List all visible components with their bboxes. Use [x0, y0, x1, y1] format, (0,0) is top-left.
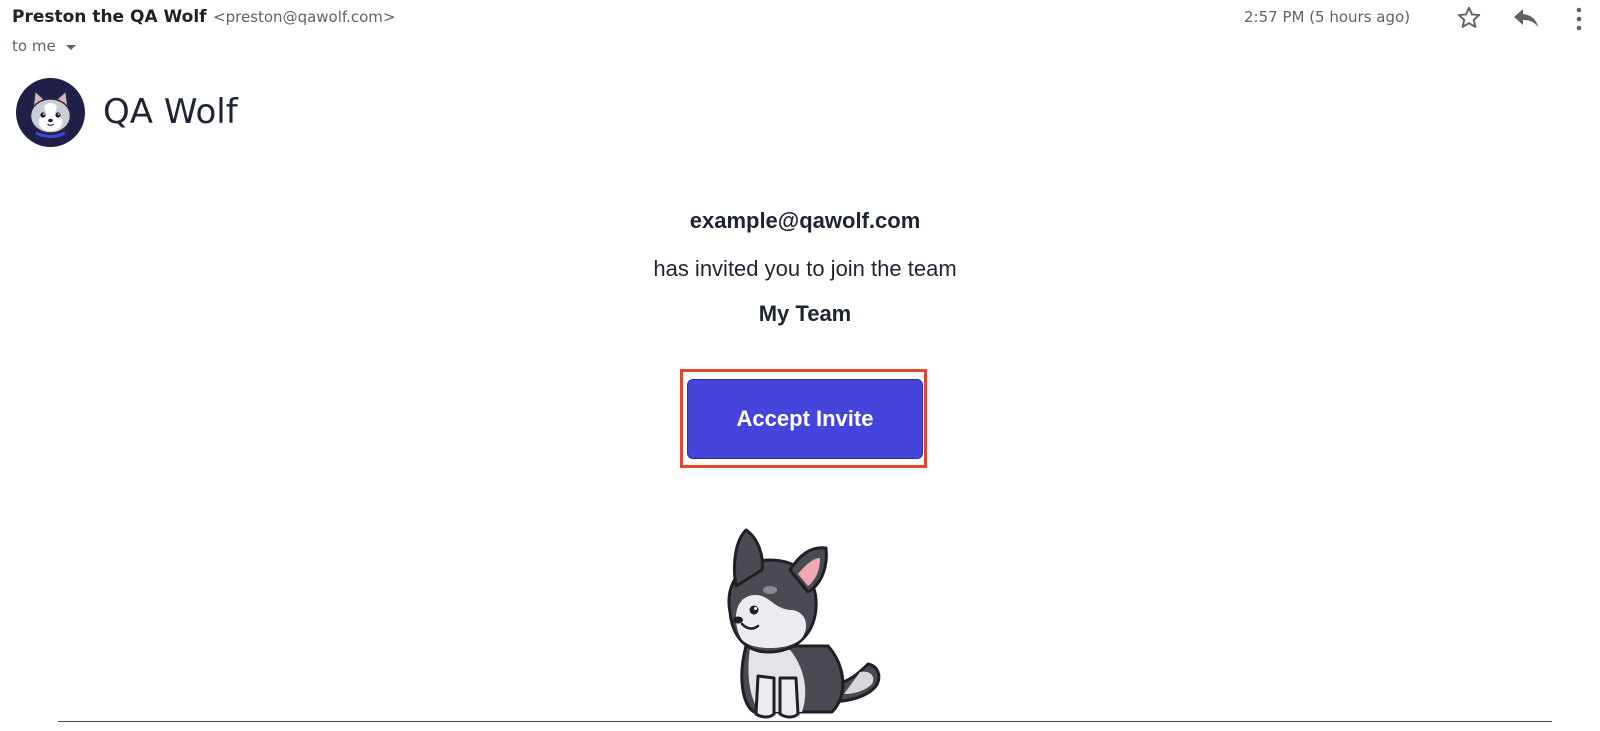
invite-text: has invited you to join the team: [653, 256, 957, 281]
email-view: Preston the QA Wolf <preston@qawolf.com>…: [0, 0, 1600, 731]
more-vert-icon[interactable]: [1574, 6, 1584, 32]
sender-line: Preston the QA Wolf <preston@qawolf.com>: [12, 7, 395, 27]
footer-divider: [58, 721, 1552, 722]
star-icon[interactable]: [1456, 5, 1482, 31]
chevron-down-icon[interactable]: [65, 44, 76, 50]
email-timestamp: 2:57 PM (5 hours ago): [1244, 8, 1411, 26]
wolf-mascot-illustration: [710, 526, 900, 722]
sender-email: <preston@qawolf.com>: [213, 8, 396, 26]
reply-icon[interactable]: [1512, 6, 1540, 30]
recipient-details-toggle[interactable]: to me: [12, 37, 76, 55]
accept-invite-button[interactable]: Accept Invite: [687, 379, 923, 459]
recipient-label: to me: [12, 37, 56, 55]
wolf-avatar-icon: [16, 78, 85, 147]
brand-name: QA Wolf: [103, 92, 238, 132]
sender-name[interactable]: Preston the QA Wolf: [12, 7, 207, 27]
inviter-email: example@qawolf.com: [689, 208, 921, 233]
team-name: My Team: [758, 301, 852, 326]
